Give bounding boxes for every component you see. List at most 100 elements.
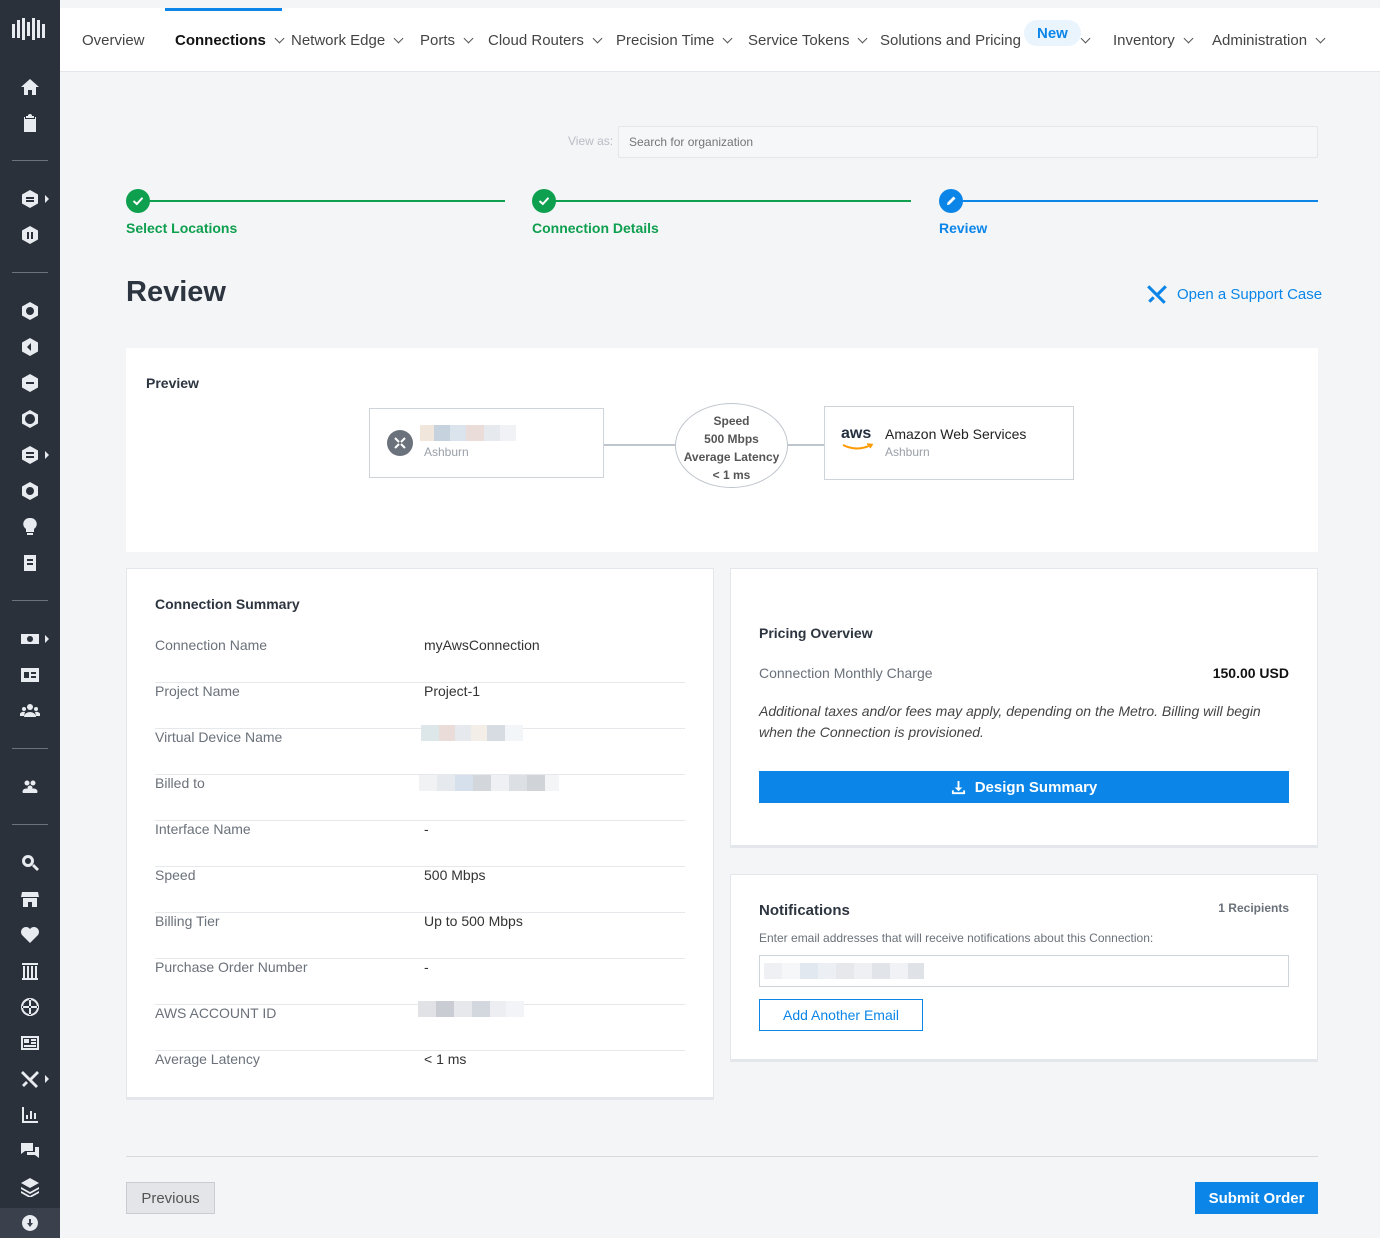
chat-icon[interactable] [19,1140,41,1162]
step-line-3 [951,200,1318,202]
destination-location: Ashburn [885,445,930,459]
globe-icon[interactable] [19,996,41,1018]
step-connection-details[interactable]: Connection Details [532,220,659,236]
recipients-count: 1 Recipients [1218,901,1289,915]
home-icon[interactable] [19,76,41,98]
summary-row: AWS ACCOUNT ID [155,1001,685,1051]
tools-icon [1147,285,1167,304]
redacted-email [764,963,942,979]
chevron-down-icon [722,33,733,43]
store-icon[interactable] [19,888,41,910]
source-node: Ashburn [369,408,604,478]
aws-logo: aws [841,425,875,453]
download-icon [951,780,965,794]
step-review: Review [939,220,988,236]
step-line-1 [138,200,505,202]
check-icon [532,189,556,213]
sidebar [0,0,60,1238]
network-hex-icon[interactable] [19,300,41,322]
globe-hex-icon[interactable] [19,408,41,430]
datacenter-icon[interactable] [19,960,41,982]
users-icon[interactable] [19,700,41,722]
billing-icon[interactable] [19,628,41,650]
design-summary-button[interactable]: Design Summary [759,771,1289,803]
download-icon[interactable] [19,1212,41,1234]
check-icon [126,189,150,213]
chevron-down-icon [1183,33,1194,43]
edge-hex-icon[interactable] [19,336,41,358]
server-hex-icon[interactable] [19,444,41,466]
nav-administration[interactable]: Administration [1212,8,1326,72]
connector-left [604,444,676,446]
step-line-2 [544,200,911,202]
redacted-value [419,775,559,791]
monthly-charge-label: Connection Monthly Charge [759,665,933,681]
step-select-locations[interactable]: Select Locations [126,220,237,236]
email-field[interactable] [759,955,1289,987]
pencil-icon [939,189,963,213]
footer-divider [126,1156,1318,1157]
submit-order-button[interactable]: Submit Order [1195,1182,1318,1214]
clipboard-icon[interactable] [19,112,41,134]
organization-search-input[interactable] [618,126,1318,158]
source-location: Ashburn [424,445,469,459]
chevron-down-icon [1080,33,1091,43]
document-icon[interactable] [19,552,41,574]
new-badge: New [1024,20,1081,46]
nav-ports[interactable]: Ports [420,8,474,72]
destination-node: aws Amazon Web Services Ashburn [824,406,1074,480]
monthly-charge-value: 150.00 USD [1212,665,1289,681]
summary-row: Virtual Device Name [155,725,685,775]
summary-row: Billing Tier Up to 500 Mbps [155,913,685,959]
connection-summary-title: Connection Summary [155,596,300,612]
id-card-icon[interactable] [19,664,41,686]
summary-row: Interface Name - [155,821,685,867]
pricing-overview-title: Pricing Overview [759,625,873,641]
equinix-logo[interactable] [12,18,48,40]
nav-inventory[interactable]: Inventory [1113,8,1194,72]
layers-hex-icon[interactable] [19,372,41,394]
preview-title: Preview [146,375,199,391]
news-icon[interactable] [19,1032,41,1054]
previous-button[interactable]: Previous [126,1182,215,1214]
active-tab-indicator [165,8,282,11]
chevron-down-icon [858,33,868,43]
nav-cloud-routers[interactable]: Cloud Routers [488,8,603,72]
summary-row: Project Name Project-1 [155,683,685,729]
summary-row: Average Latency < 1 ms [155,1051,467,1067]
health-icon[interactable] [19,924,41,946]
nav-solutions-pricing[interactable]: Solutions and Pricing [880,8,1021,72]
summary-row: Purchase Order Number - [155,959,685,1005]
add-another-email-button[interactable]: Add Another Email [759,999,923,1031]
top-strip [60,0,1380,8]
nav-overview[interactable]: Overview [82,8,145,72]
chevron-down-icon [463,33,474,43]
notifications-help-text: Enter email addresses that will receive … [759,931,1154,945]
destination-name: Amazon Web Services [885,426,1027,442]
cube-icon[interactable] [19,224,41,246]
sidebar-footer [0,1208,60,1238]
chevron-down-icon [274,33,285,43]
time-hex-icon[interactable] [19,480,41,502]
page-title: Review [126,276,226,308]
redacted-device-name [420,425,526,441]
hexagon-icon[interactable] [19,188,41,210]
open-support-case-link[interactable]: Open a Support Case [1146,283,1322,305]
search-icon[interactable] [19,852,41,874]
summary-row: Speed 500 Mbps [155,867,685,913]
redacted-value [418,1001,524,1017]
reports-icon[interactable] [19,1104,41,1126]
billing-note: Additional taxes and/or fees may apply, … [759,703,1261,740]
summary-row: Billed to [155,775,685,821]
nav-service-tokens[interactable]: Service Tokens [748,8,868,72]
stack-icon[interactable] [19,1176,41,1198]
solutions-dropdown[interactable] [1080,8,1096,72]
nav-network-edge[interactable]: Network Edge [291,8,404,72]
tools-icon[interactable] [19,1068,41,1090]
lightbulb-icon[interactable] [19,516,41,538]
team-icon[interactable] [19,776,41,798]
nav-precision-time[interactable]: Precision Time [616,8,733,72]
summary-row: Connection Name myAwsConnection [155,637,685,683]
chevron-down-icon [592,33,603,43]
nav-connections[interactable]: Connections [175,8,285,72]
